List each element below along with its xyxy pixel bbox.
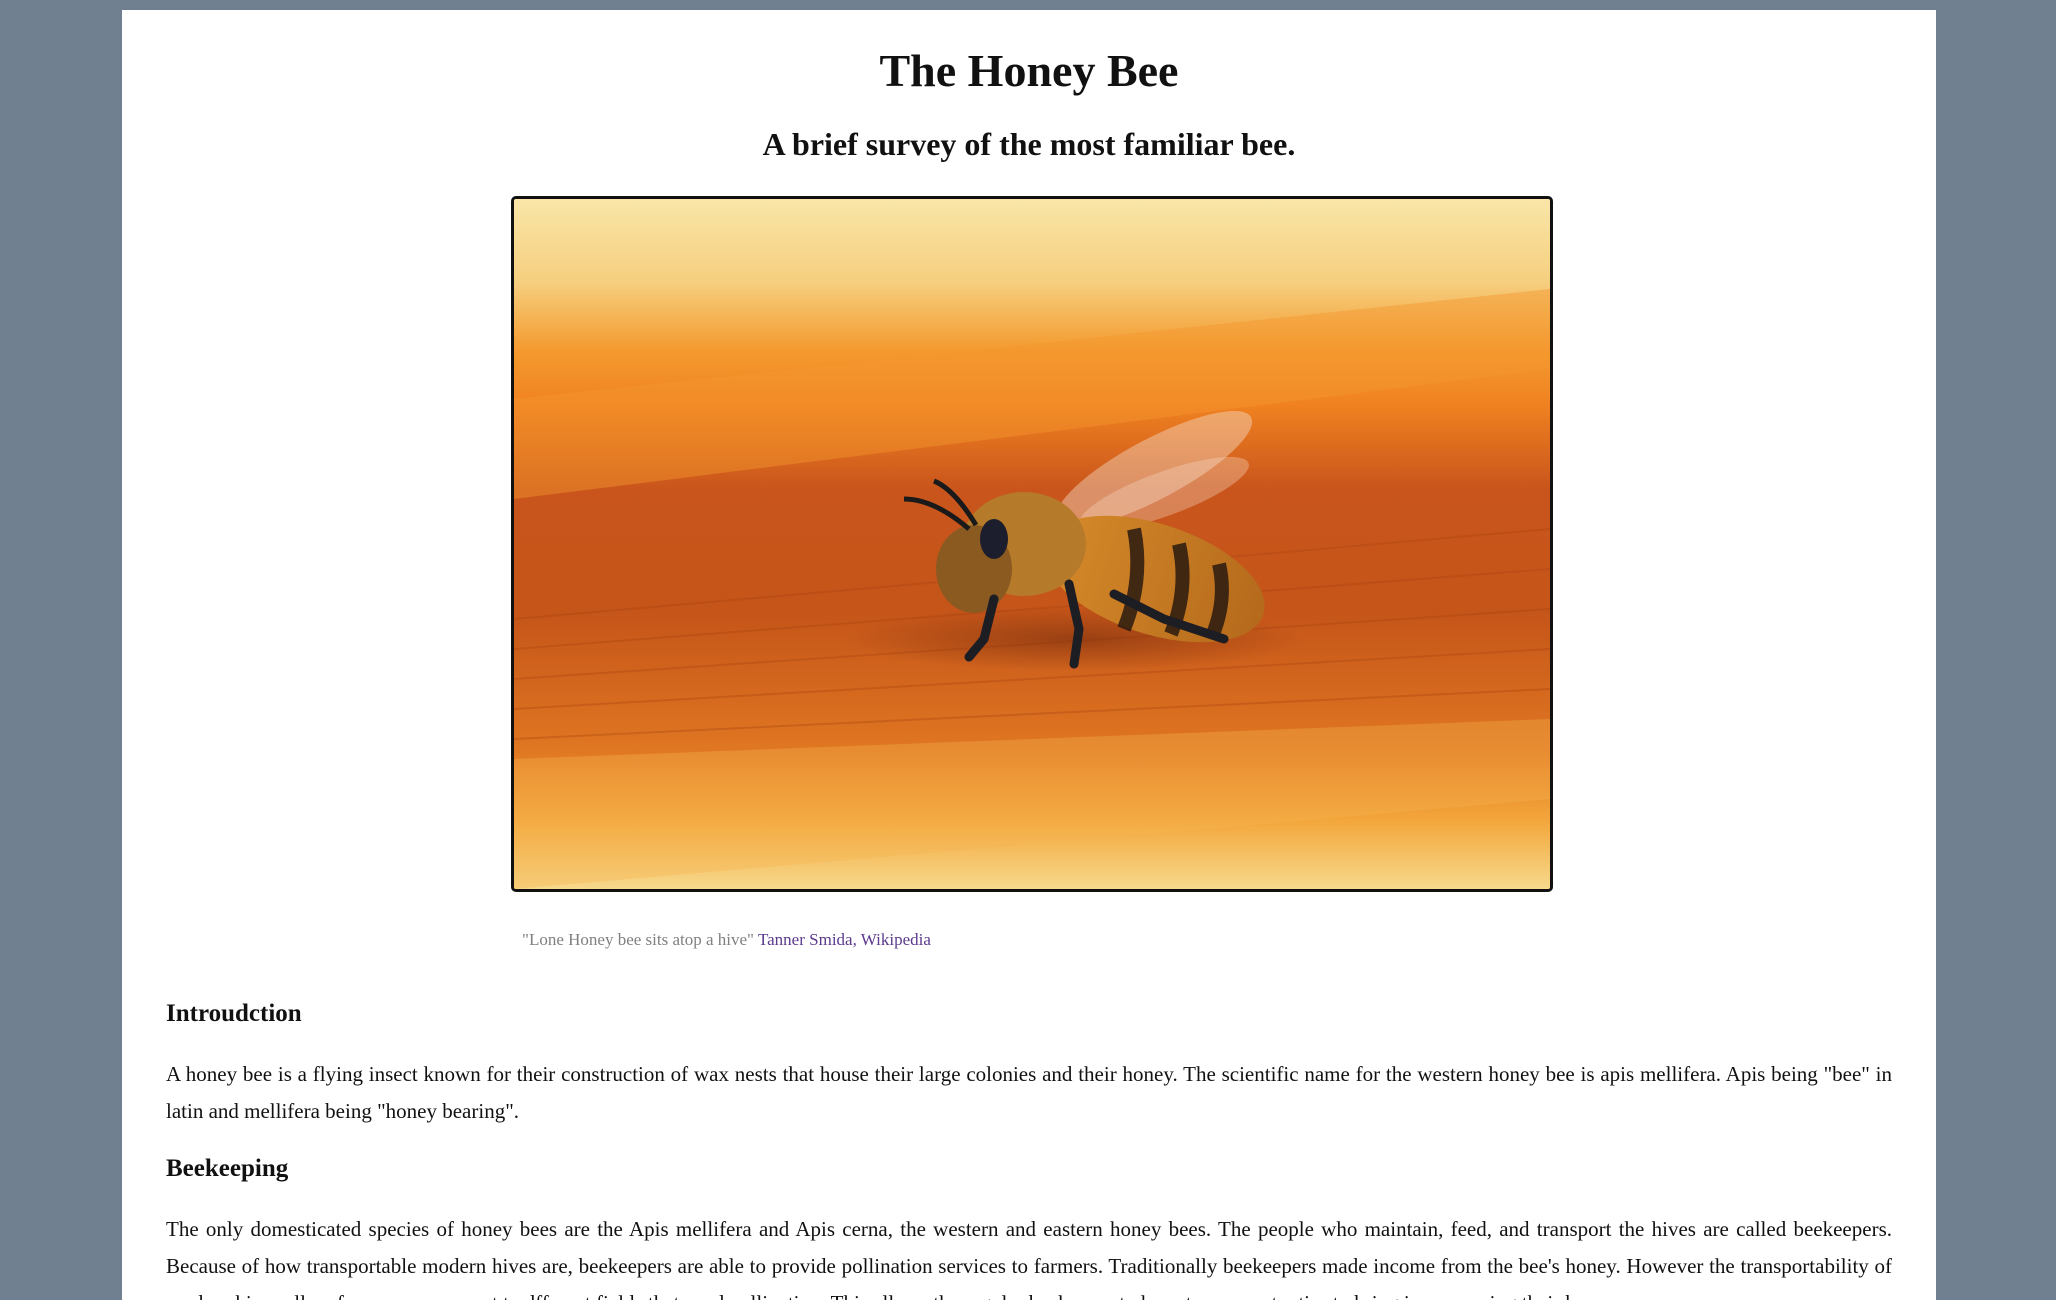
section-heading-beekeeping: Beekeeping (166, 1155, 289, 1182)
page-content: The Honey Bee A brief survey of the most… (122, 10, 1936, 1300)
section-paragraph-beekeeping: The only domesticated species of honey b… (166, 1217, 1892, 1300)
caption-quote: "Lone Honey bee sits atop a hive" (522, 930, 754, 949)
honey-bee-illustration (514, 199, 1550, 889)
image-caption: "Lone Honey bee sits atop a hive" Tanner… (522, 930, 931, 950)
page-subtitle: A brief survey of the most familiar bee. (762, 126, 1296, 162)
section-heading-introduction: Introudction (166, 1000, 302, 1027)
section-paragraph-introduction: A honey bee is a flying insect known for… (166, 1062, 1892, 1123)
honey-bee-image (511, 196, 1553, 892)
caption-credit-link[interactable]: Tanner Smida, Wikipedia (758, 930, 931, 949)
page-title: The Honey Bee (879, 45, 1179, 96)
